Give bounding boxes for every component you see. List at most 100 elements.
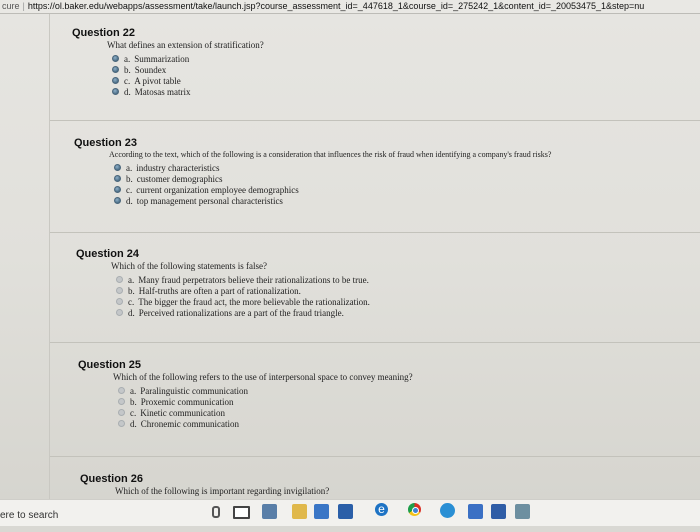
radio-button[interactable] <box>118 409 125 416</box>
option-text: A pivot table <box>134 75 181 86</box>
answer-option-b[interactable]: b. Proxemic communication <box>118 396 638 407</box>
option-text: Perceived rationalizations are a part of… <box>138 307 344 318</box>
chrome-browser-icon[interactable] <box>408 503 421 516</box>
question-divider <box>50 342 700 343</box>
option-text: The bigger the fraud act, the more belie… <box>138 296 370 307</box>
taskbar: ere to search e <box>0 499 700 526</box>
answer-option-a[interactable]: a. industry characteristics <box>114 162 689 173</box>
option-text: Kinetic communication <box>140 407 225 418</box>
word-icon[interactable] <box>491 504 506 519</box>
secure-label: cure <box>2 1 20 11</box>
file-explorer-icon[interactable] <box>292 504 307 519</box>
answer-option-d[interactable]: d. top management personal characteristic… <box>114 195 689 206</box>
question-24: Question 24 Which of the following state… <box>76 248 636 318</box>
option-letter: d. <box>128 307 135 318</box>
question-divider <box>50 120 700 121</box>
question-25: Question 25 Which of the following refer… <box>78 359 638 429</box>
option-text: Proxemic communication <box>140 396 234 407</box>
address-bar[interactable]: cure | https://ol.baker.edu/webapps/assess… <box>0 0 700 14</box>
url-separator: | <box>22 1 25 11</box>
radio-button[interactable] <box>118 387 125 394</box>
option-letter: a. <box>126 162 133 173</box>
option-letter: c. <box>126 184 133 195</box>
question-divider <box>50 456 700 457</box>
option-letter: b. <box>128 285 135 296</box>
app-icon[interactable] <box>468 504 483 519</box>
task-view-icon[interactable] <box>233 506 250 519</box>
option-text: Soundex <box>134 64 167 75</box>
answer-option-a[interactable]: a. Summarization <box>112 53 632 64</box>
question-title: Question 25 <box>78 359 141 371</box>
question-title: Question 22 <box>72 27 135 39</box>
radio-button[interactable] <box>112 55 119 62</box>
radio-button[interactable] <box>112 77 119 84</box>
radio-button[interactable] <box>116 309 123 316</box>
taskbar-search-box[interactable]: ere to search <box>0 500 198 526</box>
radio-button[interactable] <box>118 398 125 405</box>
radio-button[interactable] <box>112 88 119 95</box>
question-22: Question 22 What defines an extension of… <box>72 27 632 97</box>
answer-option-d[interactable]: d. Chronemic communication <box>118 418 638 429</box>
option-letter: b. <box>124 64 131 75</box>
microphone-icon[interactable] <box>212 506 220 518</box>
option-text: customer demographics <box>136 173 223 184</box>
question-title: Question 26 <box>80 473 143 485</box>
question-26: Question 26 Which of the following is im… <box>80 473 640 499</box>
option-text: Matosas matrix <box>134 86 191 97</box>
question-title: Question 23 <box>74 137 137 149</box>
option-letter: d. <box>130 418 137 429</box>
answer-option-c[interactable]: c. Kinetic communication <box>118 407 638 418</box>
answer-option-c[interactable]: c. current organization employee demograp… <box>114 184 689 195</box>
url-text[interactable]: https://ol.baker.edu/webapps/assessment/… <box>28 1 644 11</box>
question-text: According to the text, which of the foll… <box>109 150 552 159</box>
question-text: What defines an extension of stratificat… <box>107 40 264 50</box>
radio-button[interactable] <box>118 420 125 427</box>
answer-option-c[interactable]: c. The bigger the fraud act, the more bel… <box>116 296 636 307</box>
option-letter: c. <box>124 75 131 86</box>
answer-option-d[interactable]: d. Matosas matrix <box>112 86 632 97</box>
option-text: Paralinguistic communication <box>140 385 248 396</box>
app-icon[interactable] <box>440 503 455 518</box>
radio-button[interactable] <box>114 197 121 204</box>
option-letter: a. <box>130 385 137 396</box>
question-text: Which of the following statements is fal… <box>111 261 267 271</box>
option-letter: c. <box>128 296 135 307</box>
option-letter: c. <box>130 407 137 418</box>
app-icon[interactable] <box>262 504 277 519</box>
answer-option-a[interactable]: a. Paralinguistic communication <box>118 385 638 396</box>
answer-option-d[interactable]: d. Perceived rationalizations are a part … <box>116 307 636 318</box>
question-text: Which of the following is important rega… <box>115 486 330 496</box>
radio-button[interactable] <box>114 186 121 193</box>
app-icon[interactable] <box>515 504 530 519</box>
answer-option-c[interactable]: c. A pivot table <box>112 75 632 86</box>
option-text: Many fraud perpetrators believe their ra… <box>138 274 369 285</box>
option-text: Summarization <box>134 53 190 64</box>
edge-browser-icon[interactable]: e <box>375 503 388 516</box>
radio-button[interactable] <box>114 164 121 171</box>
answer-option-a[interactable]: a. Many fraud perpetrators believe their … <box>116 274 636 285</box>
option-text: Half-truths are often a part of rational… <box>138 285 301 296</box>
mail-icon[interactable] <box>338 504 353 519</box>
option-letter: b. <box>130 396 137 407</box>
question-text: Which of the following refers to the use… <box>113 372 413 382</box>
question-23: Question 23 According to the text, which… <box>74 137 689 206</box>
question-divider <box>50 232 700 233</box>
option-text: top management personal characteristics <box>136 195 283 206</box>
option-letter: d. <box>124 86 131 97</box>
radio-button[interactable] <box>116 276 123 283</box>
option-text: industry characteristics <box>136 162 220 173</box>
option-text: current organization employee demographi… <box>136 184 299 195</box>
answer-option-b[interactable]: b. customer demographics <box>114 173 689 184</box>
option-letter: a. <box>128 274 135 285</box>
option-text: Chronemic communication <box>140 418 239 429</box>
search-placeholder: ere to search <box>0 510 59 521</box>
radio-button[interactable] <box>112 66 119 73</box>
radio-button[interactable] <box>116 287 123 294</box>
left-border <box>49 14 50 502</box>
radio-button[interactable] <box>114 175 121 182</box>
option-letter: a. <box>124 53 131 64</box>
store-icon[interactable] <box>314 504 329 519</box>
answer-option-b[interactable]: b. Half-truths are often a part of ration… <box>116 285 636 296</box>
radio-button[interactable] <box>116 298 123 305</box>
answer-option-b[interactable]: b. Soundex <box>112 64 632 75</box>
